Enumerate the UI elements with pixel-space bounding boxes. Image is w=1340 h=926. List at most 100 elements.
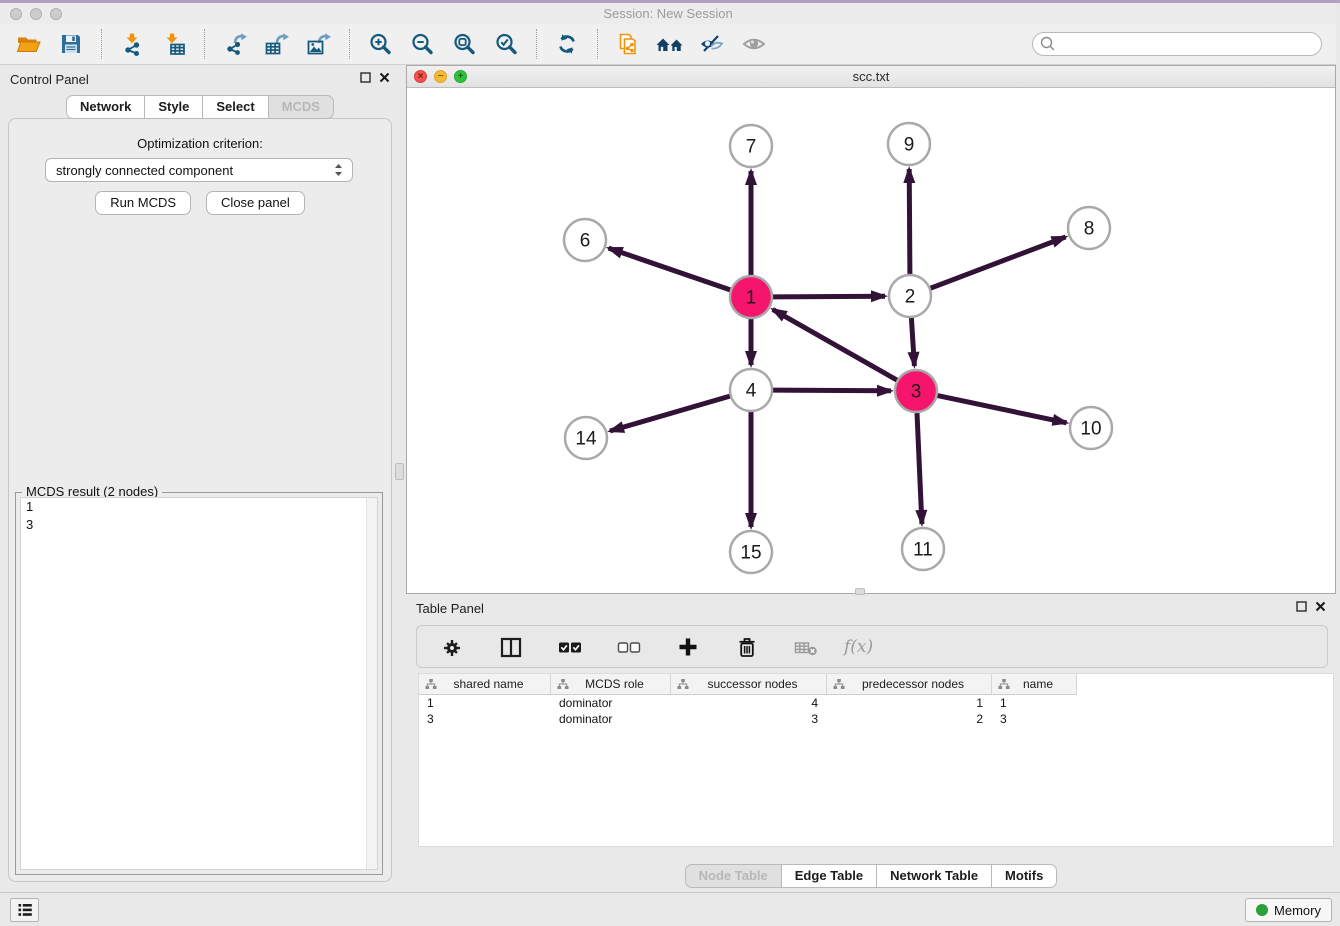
edge-2-8[interactable] — [931, 237, 1066, 288]
cell-mcds-role[interactable]: dominator — [551, 711, 671, 727]
zoom-in-button[interactable] — [364, 28, 396, 60]
search-input[interactable] — [1057, 34, 1321, 54]
edge-1-6[interactable] — [609, 248, 731, 290]
refresh-layout-icon — [555, 32, 579, 56]
tab-network-table[interactable]: Network Table — [877, 864, 992, 888]
edge-1-2[interactable] — [773, 296, 885, 297]
node-label: 9 — [904, 135, 915, 156]
zoom-fit-button[interactable] — [448, 28, 480, 60]
column-header-mcds-role[interactable]: MCDS role — [551, 674, 671, 695]
result-scrollbar[interactable] — [366, 498, 377, 869]
export-network-button[interactable] — [219, 28, 251, 60]
table-options-button[interactable] — [436, 631, 468, 663]
close-table-panel-icon[interactable] — [1315, 601, 1326, 612]
tab-node-table[interactable]: Node Table — [685, 864, 782, 888]
column-header-shared-name[interactable]: shared name — [419, 674, 551, 695]
import-network-button[interactable] — [116, 28, 148, 60]
toolbar-separator — [536, 29, 537, 59]
graphics-details-button[interactable] — [696, 28, 728, 60]
window-titlebar: Session: New Session — [0, 3, 1336, 24]
close-panel-button[interactable]: Close panel — [206, 191, 305, 215]
toolbar-separator — [597, 29, 598, 59]
node-table: shared nameMCDS rolesuccessor nodesprede… — [418, 673, 1334, 847]
control-panel-title: Control Panel — [10, 72, 89, 87]
cell-mcds-role[interactable]: dominator — [551, 695, 671, 711]
cell-predecessor-nodes[interactable]: 2 — [827, 711, 992, 727]
import-table-button[interactable] — [158, 28, 190, 60]
tab-mcds[interactable]: MCDS — [269, 95, 334, 119]
node-15[interactable]: 15 — [730, 531, 772, 573]
edge-3-11[interactable] — [917, 413, 922, 524]
tab-edge-table[interactable]: Edge Table — [782, 864, 877, 888]
node-8[interactable]: 8 — [1068, 207, 1110, 249]
edge-3-10[interactable] — [938, 396, 1067, 423]
node-label: 6 — [580, 231, 591, 252]
cell-successor-nodes[interactable]: 3 — [671, 711, 827, 727]
deselect-all-columns-button[interactable] — [613, 631, 645, 663]
delete-columns-button[interactable] — [731, 631, 763, 663]
node-14[interactable]: 14 — [565, 417, 607, 459]
close-panel-icon[interactable] — [379, 72, 390, 83]
edge-4-14[interactable] — [610, 396, 730, 431]
float-panel-icon[interactable] — [360, 72, 371, 83]
column-header-name[interactable]: name — [992, 674, 1077, 695]
open-session-button[interactable] — [13, 28, 45, 60]
vertical-splitter-handle[interactable] — [395, 463, 404, 480]
hide-details-button[interactable] — [738, 28, 770, 60]
cell-shared-name[interactable]: 1 — [419, 695, 551, 711]
node-4[interactable]: 4 — [730, 369, 772, 411]
network-canvas[interactable]: 7 9 6 8 1 2 4 3 14 10 15 11 — [407, 88, 1335, 593]
network-window-title: scc.txt — [407, 69, 1335, 84]
memory-button[interactable]: Memory — [1245, 898, 1332, 922]
zoom-selected-button[interactable] — [490, 28, 522, 60]
task-history-button[interactable] — [10, 898, 39, 922]
show-column-panel-button[interactable] — [495, 631, 527, 663]
select-all-columns-button[interactable] — [554, 631, 586, 663]
duplicate-network-button[interactable] — [612, 28, 644, 60]
zoom-selected-icon — [494, 32, 518, 56]
delete-table-button-disabled — [790, 631, 822, 663]
cell-name[interactable]: 1 — [992, 695, 1077, 711]
duplicate-network-icon — [616, 32, 640, 56]
optimization-criterion-label: Optimization criterion: — [9, 136, 391, 151]
edge-3-1[interactable] — [773, 309, 897, 380]
tab-motifs[interactable]: Motifs — [992, 864, 1057, 888]
toolbar-separator — [349, 29, 350, 59]
column-header-predecessor-nodes[interactable]: predecessor nodes — [827, 674, 992, 695]
window-title: Session: New Session — [0, 6, 1336, 21]
node-6[interactable]: 6 — [564, 219, 606, 261]
node-7[interactable]: 7 — [730, 125, 772, 167]
save-session-button[interactable] — [55, 28, 87, 60]
cell-name[interactable]: 3 — [992, 711, 1077, 727]
optimization-criterion-select[interactable]: strongly connected component — [45, 158, 353, 182]
edge-2-3[interactable] — [911, 318, 914, 366]
tab-style[interactable]: Style — [145, 95, 203, 119]
cell-predecessor-nodes[interactable]: 1 — [827, 695, 992, 711]
column-type-icon — [557, 678, 569, 690]
export-table-button[interactable] — [261, 28, 293, 60]
node-label: 7 — [746, 137, 757, 158]
tab-select[interactable]: Select — [203, 95, 268, 119]
column-header-successor-nodes[interactable]: successor nodes — [671, 674, 827, 695]
network-overview-button[interactable] — [654, 28, 686, 60]
edge-4-3[interactable] — [773, 390, 891, 391]
node-1[interactable]: 1 — [730, 276, 772, 318]
create-column-button[interactable] — [672, 631, 704, 663]
node-2[interactable]: 2 — [889, 275, 931, 317]
cell-shared-name[interactable]: 3 — [419, 711, 551, 727]
node-11[interactable]: 11 — [902, 528, 944, 570]
zoom-out-button[interactable] — [406, 28, 438, 60]
cell-successor-nodes[interactable]: 4 — [671, 695, 827, 711]
run-mcds-button[interactable]: Run MCDS — [95, 191, 191, 215]
edge-2-9[interactable] — [909, 169, 910, 274]
export-image-button[interactable] — [303, 28, 335, 60]
tab-network[interactable]: Network — [66, 95, 145, 119]
node-10[interactable]: 10 — [1070, 407, 1112, 449]
node-3[interactable]: 3 — [895, 370, 937, 412]
node-9[interactable]: 9 — [888, 123, 930, 165]
node-label: 15 — [740, 543, 761, 564]
float-table-panel-icon[interactable] — [1296, 601, 1307, 612]
mcds-result-text[interactable]: 13 — [20, 497, 378, 870]
delete-table-icon — [793, 635, 819, 659]
apply-layout-button[interactable] — [551, 28, 583, 60]
